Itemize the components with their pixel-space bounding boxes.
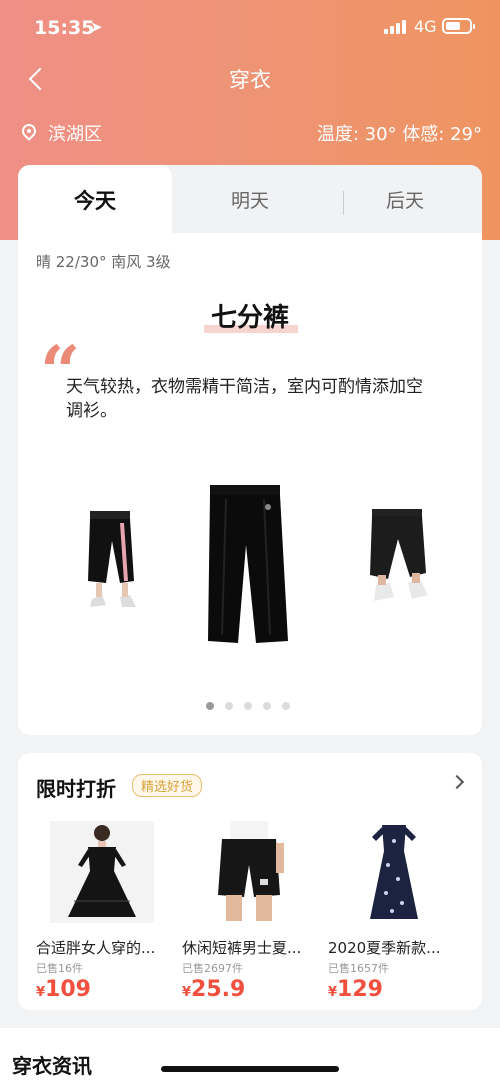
news-title: 穿衣资讯 — [12, 1054, 92, 1078]
product-card[interactable]: 2020夏季新款... 已售1657件 ¥129 — [328, 821, 468, 1002]
district-label: 滨湖区 — [48, 124, 102, 145]
product-price: ¥109 — [36, 977, 91, 1002]
page-title: 穿衣 — [229, 68, 271, 92]
temperature-readout: 温度: 30° 体感: 29° — [316, 124, 482, 145]
chevron-right-icon[interactable] — [449, 774, 465, 790]
tip-text: 天气较热，衣物需精干简洁，室内可酌情添加空调衫。 — [66, 377, 423, 421]
page-dot-active — [206, 702, 214, 710]
news-section: 穿衣资讯 — [0, 1028, 500, 1082]
flash-sale-title: 限时打折 — [36, 777, 116, 801]
battery-icon — [442, 18, 475, 34]
product-name: 合适胖女人穿的... — [36, 939, 156, 957]
network-label: 4G — [414, 17, 437, 36]
cropped-pants-main-image — [208, 485, 288, 643]
cropped-pants-left-image — [88, 511, 136, 607]
flash-sale-card: 限时打折 精选好货 合适胖女人穿的... 已售16件 ¥109 休闲短裤男士夏.… — [18, 753, 482, 1010]
product-sold: 已售16件 — [36, 962, 83, 975]
product-sold: 已售2697件 — [182, 962, 243, 975]
location-pin-icon — [19, 121, 39, 141]
product-price: ¥25.9 — [182, 977, 246, 1002]
recommend-title: 七分裤 — [210, 303, 289, 333]
status-bar: 15:35 ➤ 4G — [0, 0, 500, 52]
home-indicator[interactable] — [161, 1066, 339, 1072]
product-card[interactable]: 合适胖女人穿的... 已售16件 ¥109 — [36, 821, 176, 1002]
page-dot — [263, 702, 271, 710]
tab-tomorrow[interactable]: 明天 — [172, 165, 328, 233]
carousel-pagination — [206, 702, 296, 712]
page-dot — [282, 702, 290, 710]
product-name: 2020夏季新款... — [328, 939, 441, 957]
day-tabs: 今天 明天 后天 — [18, 165, 482, 233]
page-dot — [225, 702, 233, 710]
product-name: 休闲短裤男士夏... — [182, 939, 302, 957]
status-time: 15:35 — [34, 17, 95, 39]
page-dot — [244, 702, 252, 710]
lace-dress-image — [50, 821, 154, 923]
floral-dress-image — [342, 821, 446, 923]
product-card[interactable]: 休闲短裤男士夏... 已售2697件 ¥25.9 — [182, 821, 322, 1002]
product-sold: 已售1657件 — [328, 962, 389, 975]
product-price: ¥129 — [328, 977, 383, 1002]
signal-icon — [384, 20, 408, 34]
weather-summary: 晴 22/30° 南风 3级 — [36, 253, 171, 271]
clothing-carousel[interactable] — [18, 475, 482, 655]
location-arrow-icon: ➤ — [90, 18, 103, 36]
featured-tag: 精选好货 — [132, 774, 203, 797]
tab-today[interactable]: 今天 — [18, 165, 172, 233]
jogger-pants-right-image — [370, 509, 428, 601]
location-selector[interactable]: 滨湖区 — [18, 120, 102, 146]
tab-day-after[interactable]: 后天 — [328, 165, 482, 233]
shorts-image — [196, 821, 300, 923]
outfit-card: 今天 明天 后天 晴 22/30° 南风 3级 七分裤 “ 天气较热，衣物需精干… — [18, 165, 482, 735]
